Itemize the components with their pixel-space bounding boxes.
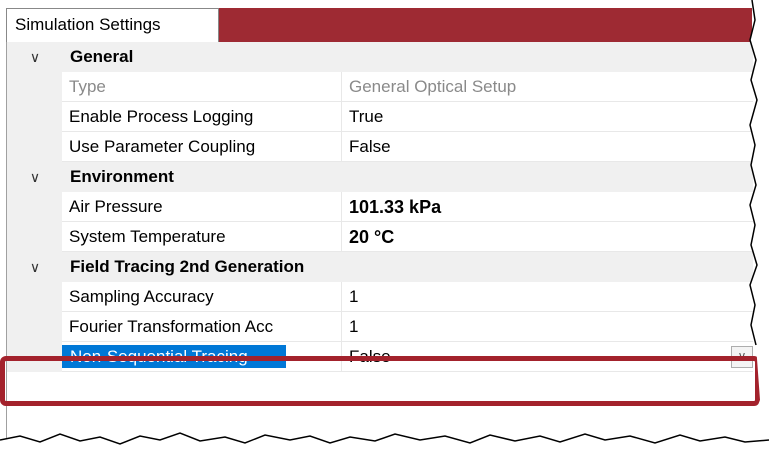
right-torn-mask xyxy=(750,0,769,455)
bottom-torn-mask xyxy=(0,433,769,455)
torn-edge-decoration xyxy=(0,0,769,455)
simulation-settings-panel: Simulation Settings ∨ General Type Gener… xyxy=(0,0,769,455)
